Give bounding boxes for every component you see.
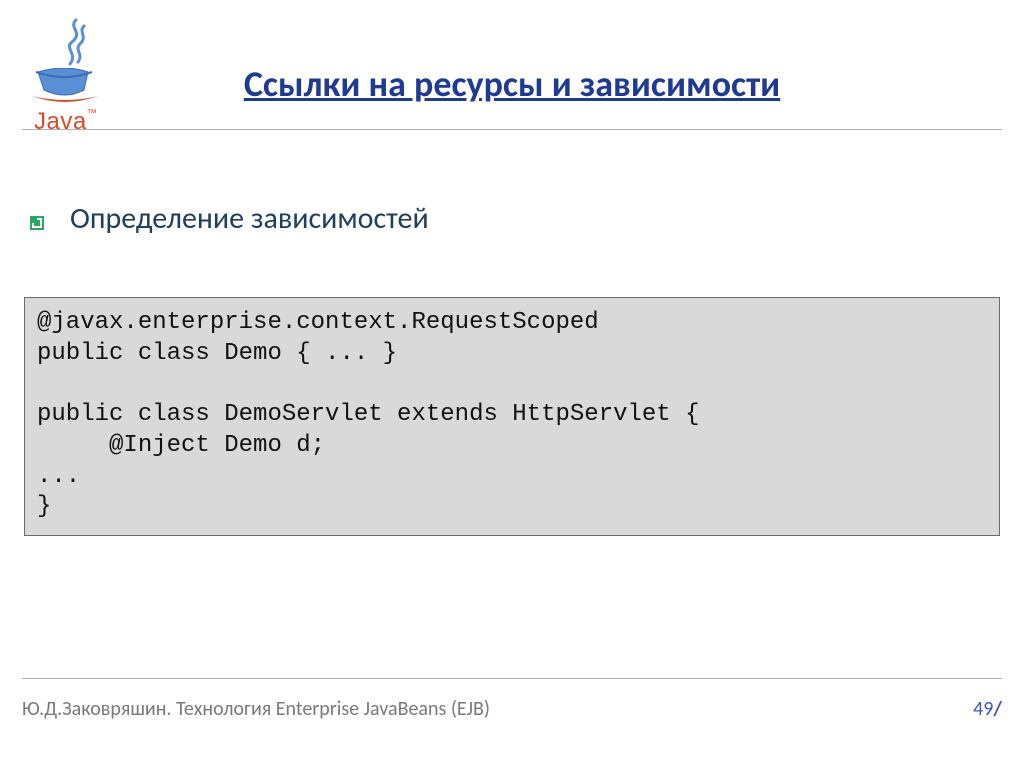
logo-text: Java xyxy=(34,108,87,135)
slide-title: Ссылки на ресурсы и зависимости xyxy=(22,62,1002,106)
bullet-item: Определение зависимостей xyxy=(22,200,1002,237)
logo-wordmark: Java™ xyxy=(34,108,97,136)
page-number: 49/ xyxy=(973,697,1002,721)
code-block: @javax.enterprise.context.RequestScoped … xyxy=(24,297,1000,536)
page-number-value: 49 xyxy=(973,697,993,721)
footer-text: Ю.Д.Заковряшин. Технология Enterprise Ja… xyxy=(22,697,490,721)
slide-header: Java™ Ссылки на ресурсы и зависимости xyxy=(22,0,1002,130)
steam-icon xyxy=(58,18,92,66)
page-slash: / xyxy=(993,697,1002,721)
trademark-symbol: ™ xyxy=(87,108,98,119)
slide: Java™ Ссылки на ресурсы и зависимости Оп… xyxy=(0,0,1024,767)
bullet-icon xyxy=(28,216,46,230)
bullet-text: Определение зависимостей xyxy=(70,200,429,237)
slide-footer: Ю.Д.Заковряшин. Технология Enterprise Ja… xyxy=(22,678,1002,721)
slide-body: Определение зависимостей @javax.enterpri… xyxy=(22,130,1002,536)
